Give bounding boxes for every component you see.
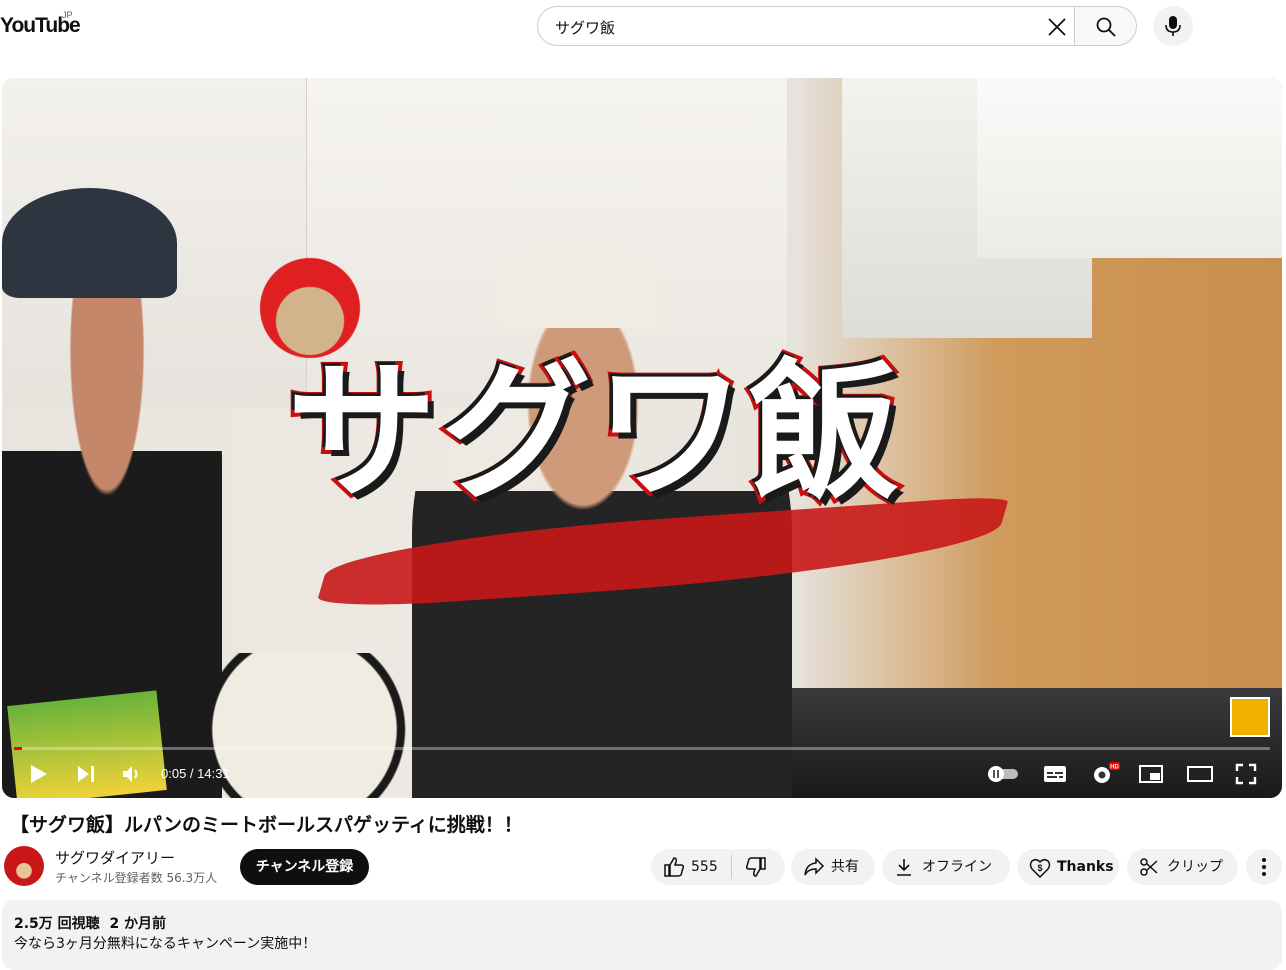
logo-region-code: JP [62,10,73,20]
search-input[interactable]: サグワ飯 [537,6,1074,46]
like-count[interactable]: 555 [691,849,718,885]
fullscreen-icon[interactable] [1234,762,1258,786]
super-thanks-heart-icon: $ [1029,858,1051,879]
clip-label: クリップ [1167,859,1223,875]
subscriber-count: チャンネル登録者数 56.3万人 [55,871,218,885]
clip-button[interactable]: クリップ [1127,849,1238,885]
thumbs-down-icon[interactable] [745,857,767,877]
time-display: 0:05 / 14:31 [161,766,230,781]
volume-icon[interactable] [120,762,144,786]
voice-search-button[interactable] [1153,6,1193,46]
overlay-title-text: サグワ飯 [283,342,904,524]
masthead: YouTube JP サグワ飯 [0,0,1286,56]
subscribe-button[interactable]: チャンネル登録 [240,849,369,885]
like-divider [731,855,732,879]
svg-text:$: $ [1037,863,1042,873]
search-icon [1096,17,1116,37]
channel-watermark[interactable] [1230,697,1270,737]
miniplayer-icon[interactable] [1138,762,1164,786]
upload-age: 2 か月前 [109,916,167,932]
thumbs-up-icon[interactable] [663,857,685,877]
video-player[interactable]: サグワ飯 0:05 / 14:31 HD [2,78,1282,798]
search-input-value[interactable]: サグワ飯 [555,17,615,38]
view-count: 2.5万 回視聴 [14,916,100,932]
description-box[interactable]: 2.5万 回視聴 2 か月前 今なら3ヶ月分無料になるキャンペーン実施中！ [2,900,1282,970]
play-icon[interactable] [26,762,50,786]
search-button[interactable] [1074,6,1137,46]
progress-bar[interactable] [14,747,1270,750]
channel-avatar[interactable] [4,846,44,886]
scissors-icon [1140,858,1158,876]
view-date-line: 2.5万 回視聴 2 か月前 [14,913,166,933]
like-dislike-group: 555 [651,849,785,885]
settings-gear-icon[interactable]: HD [1090,762,1120,786]
svg-text:HD: HD [1110,765,1119,771]
subtitles-icon[interactable] [1042,762,1068,786]
description-text: 今なら3ヶ月分無料になるキャンペーン実施中！ [14,936,317,952]
next-icon[interactable] [74,762,98,786]
video-overlay-title: サグワ飯 [283,342,1007,623]
more-vertical-icon [1262,858,1266,876]
download-icon [897,859,911,876]
video-frame-cap [492,243,662,328]
video-frame-hat [2,188,177,298]
microphone-icon [1165,16,1181,36]
share-button[interactable]: 共有 [791,849,875,885]
autoplay-toggle-icon[interactable] [986,762,1020,786]
share-label: 共有 [831,859,859,875]
offline-label: オフライン [922,859,992,875]
offline-download-button[interactable]: オフライン [882,849,1010,885]
progress-bar-played [14,747,22,750]
theater-mode-icon[interactable] [1186,762,1214,786]
video-title: 【サグワ飯】ルパンのミートボールスパゲッティに挑戦！！ [10,814,523,836]
thanks-button[interactable]: $ Thanks [1017,849,1119,885]
video-frame-cabinet [977,78,1282,258]
thanks-label: Thanks [1057,859,1114,875]
more-actions-button[interactable] [1246,849,1282,885]
clear-search-icon[interactable] [1043,13,1071,41]
channel-name[interactable]: サグワダイアリー [55,847,175,868]
share-icon [804,857,825,876]
